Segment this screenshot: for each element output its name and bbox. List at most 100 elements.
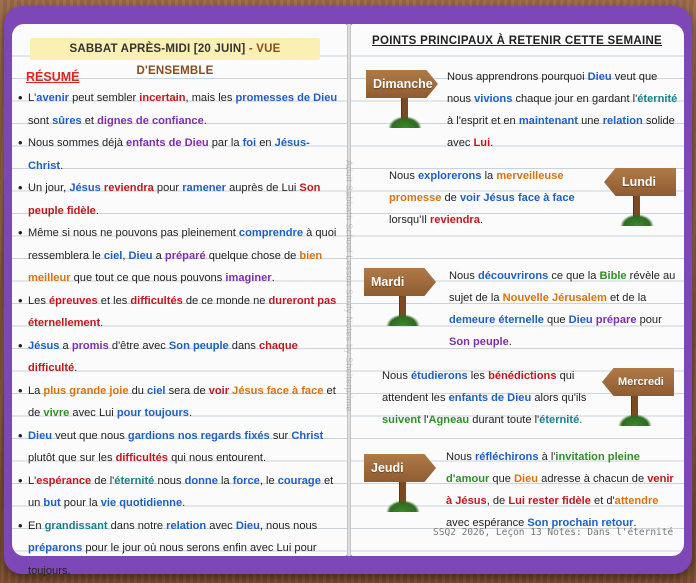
highlighted-word: bénédictions — [488, 370, 557, 382]
highlighted-word: reviendra — [103, 182, 154, 194]
highlighted-word: enfants de Dieu — [448, 392, 532, 404]
text-run: une — [578, 115, 603, 127]
highlighted-word: Son peuple — [449, 336, 509, 348]
list-item: Dieu veut que nous gardions nos regards … — [18, 425, 343, 470]
highlighted-word: vivions — [474, 93, 513, 105]
text-run: de l' — [91, 474, 115, 487]
day-text-dimanche: Nous apprendrons pourquoi Dieu veut que … — [447, 66, 679, 154]
text-run: l' — [420, 414, 429, 426]
highlighted-word: courage — [277, 474, 321, 487]
highlighted-word: éternité — [637, 93, 678, 105]
list-item: Même si nous ne pouvons pas pleinement c… — [18, 222, 343, 290]
highlighted-word: force — [232, 474, 260, 487]
highlighted-word: dignes de confiance — [97, 114, 204, 127]
highlighted-word: éternellement — [28, 317, 101, 329]
highlighted-word: Dieu — [128, 249, 153, 262]
right-page-title: POINTS PRINCIPAUX À RETENIR CETTE SEMAIN… — [372, 35, 663, 47]
signpost-mercredi: Mercredi — [596, 366, 676, 428]
highlighted-word: pour toujours — [116, 407, 189, 419]
text-run: Nous — [389, 170, 418, 182]
highlighted-word: but — [43, 497, 61, 509]
signpost-jeudi: Jeudi — [364, 452, 444, 514]
text-run: et d' — [590, 495, 615, 507]
list-item: Un jour, Jésus reviendra pour ramener au… — [18, 177, 343, 222]
text-run: et les — [97, 294, 131, 307]
highlighted-word: Agneau — [428, 414, 470, 426]
grass-icon — [386, 500, 420, 512]
text-run: chaque jour en gardant l' — [512, 93, 638, 105]
text-run: nous — [154, 474, 185, 487]
text-run: la — [217, 474, 233, 487]
highlighted-word: éternité — [114, 474, 155, 487]
text-run: , nous nous — [259, 519, 318, 532]
page-footer: SSQ2 2026, Leçon 13 Notes: Dans l'éterni… — [433, 527, 674, 538]
text-run: lorsqu'Il — [389, 214, 430, 226]
highlighted-word: sûres — [52, 114, 82, 127]
summary-list: L'avenir peut sembler incertain, mais le… — [18, 87, 343, 582]
highlighted-word: Dieu — [568, 314, 593, 326]
text-run: Nous — [449, 270, 478, 282]
highlighted-word: ciel — [147, 384, 166, 397]
text-run: que — [489, 473, 515, 485]
text-run: . — [490, 137, 494, 149]
title-prefix: SABBAT APRÈS-MIDI [20 JUIN] — [69, 43, 246, 55]
text-run: Même si nous ne pouvons pas pleinement — [28, 227, 239, 239]
highlighted-word: merveilleuse — [496, 170, 564, 182]
text-run: , de — [486, 495, 509, 507]
text-run: pour — [636, 314, 662, 326]
highlighted-word: attendre — [614, 495, 659, 507]
highlighted-word: maintenant — [518, 115, 578, 127]
highlighted-word: grandissant — [44, 519, 108, 532]
day-text-mercredi: Nous étudierons les bénédictions qui att… — [382, 365, 594, 431]
text-run: . — [60, 159, 64, 172]
text-run: de — [441, 192, 460, 204]
signpost-mardi: Mardi — [364, 266, 444, 328]
text-run: d'être avec — [108, 339, 169, 352]
text-run: alors qu'ils — [531, 392, 587, 404]
grass-icon — [620, 214, 654, 226]
highlighted-word: ramener — [182, 182, 227, 194]
text-run: a — [59, 339, 72, 352]
highlighted-word: Jésus face à face — [232, 384, 324, 397]
text-run: . — [479, 214, 484, 226]
text-run: . — [203, 114, 207, 127]
text-run: et de la — [606, 292, 647, 304]
highlighted-word: préparé — [164, 249, 206, 262]
highlighted-word: éternité — [539, 414, 580, 426]
text-run: En — [28, 519, 45, 532]
text-run: Nous — [382, 370, 411, 382]
text-run: plutôt que sur les — [28, 452, 116, 464]
highlighted-word: donne — [184, 474, 218, 487]
highlighted-word: réfléchirons — [474, 451, 539, 463]
highlighted-word: Dieu — [587, 71, 612, 83]
text-run: et — [81, 114, 98, 127]
signpost-lundi: Lundi — [598, 166, 678, 228]
day-text-mardi: Nous découvrirons ce que la Bible révèle… — [449, 265, 679, 353]
highlighted-word: vivre — [43, 407, 70, 419]
highlighted-word: Lui rester fidèle — [508, 495, 591, 507]
text-run: qui nous entourent. — [167, 452, 267, 464]
highlighted-word: Jésus — [483, 192, 515, 204]
highlighted-word: épreuves — [48, 294, 98, 307]
text-run: , mais les — [185, 92, 236, 104]
highlighted-word: enfants de Dieu — [126, 137, 209, 149]
text-run: dans notre — [107, 519, 167, 532]
text-run: adresse à chacun de — [538, 473, 648, 485]
highlighted-word: relation — [602, 115, 643, 127]
highlighted-word: Dieu — [235, 519, 260, 532]
highlighted-word: relation — [166, 519, 207, 532]
list-item: L'espérance de l'éternité nous donne la … — [18, 470, 343, 515]
text-run: Les — [28, 294, 49, 307]
text-run: Nous — [446, 451, 475, 463]
text-run: . — [508, 336, 512, 348]
text-run: que — [543, 314, 569, 326]
text-run: . — [100, 317, 104, 329]
highlighted-word: Jésus — [69, 182, 101, 194]
sign-board: Lundi — [604, 168, 676, 196]
list-item: Les épreuves et les difficultés de ce mo… — [18, 290, 343, 335]
text-run: durant toute l' — [469, 414, 540, 426]
text-run: à l'esprit et en — [447, 115, 519, 127]
signpost-dimanche: Dimanche — [366, 68, 446, 130]
day-text-jeudi: Nous réfléchirons à l'invitation pleine … — [446, 446, 680, 534]
highlighted-word: fidèle — [66, 204, 96, 217]
